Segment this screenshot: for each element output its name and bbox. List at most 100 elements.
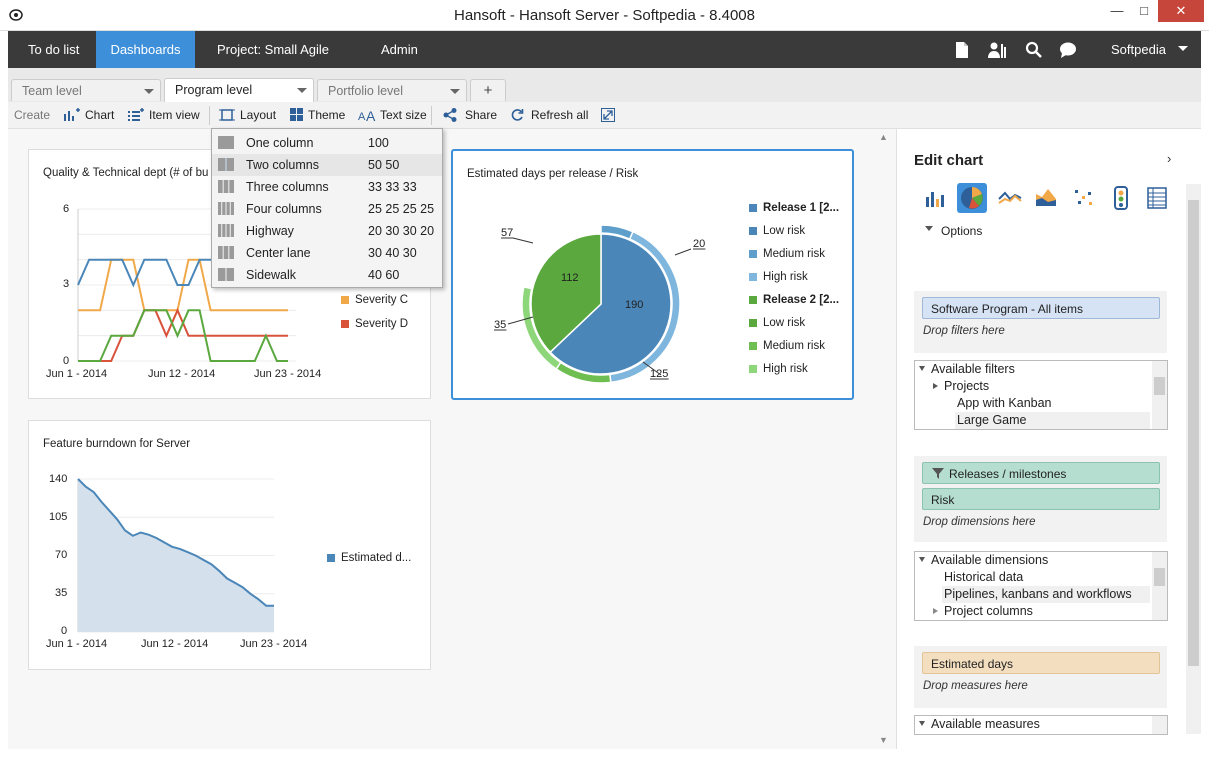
collapse-panel-icon[interactable]: › xyxy=(1167,151,1171,166)
layout-option[interactable]: Highway 20 30 30 20 xyxy=(212,220,442,242)
layout-option-value: 25 25 25 25 xyxy=(368,202,435,216)
line-chart-type-icon[interactable] xyxy=(998,189,1022,207)
close-button[interactable]: ✕ xyxy=(1158,0,1204,22)
item-view-button[interactable]: Item view xyxy=(127,108,200,124)
measure-drop-zone[interactable]: Estimated days Drop measures here xyxy=(914,646,1167,708)
text-size-button[interactable]: AA Text size xyxy=(358,108,427,124)
share-button[interactable]: Share xyxy=(443,108,497,124)
layout-option-value: 40 60 xyxy=(368,268,400,282)
layout-option[interactable]: Sidewalk 40 60 xyxy=(212,264,442,286)
refresh-icon xyxy=(511,109,524,121)
expand-icon[interactable] xyxy=(933,608,938,614)
minimize-button[interactable]: — xyxy=(1104,0,1130,22)
scrollbar[interactable] xyxy=(1152,552,1167,620)
legend-swatch xyxy=(749,342,757,350)
tree-node[interactable]: Historical data xyxy=(944,569,1023,586)
scroll-thumb[interactable] xyxy=(1154,568,1165,586)
pie-chart-type-button[interactable] xyxy=(957,183,987,213)
expand-icon[interactable] xyxy=(919,721,925,726)
tab-portfolio-level[interactable]: Portfolio level xyxy=(317,79,467,101)
options-expand-icon[interactable] xyxy=(925,226,933,231)
expand-icon[interactable] xyxy=(933,383,938,389)
expand-icon[interactable] xyxy=(919,366,925,371)
dimension-pill-risk[interactable]: Risk xyxy=(922,488,1160,510)
layout-icon xyxy=(219,109,235,121)
layout-option[interactable]: Two columns 50 50 xyxy=(212,154,442,176)
legend-swatch xyxy=(341,320,349,328)
tab-program-level[interactable]: Program level xyxy=(164,78,314,102)
options-toggle[interactable]: Options xyxy=(941,224,982,238)
legend-label: Medium risk xyxy=(763,248,825,260)
bar-chart-type-icon[interactable] xyxy=(924,187,946,209)
tree-node[interactable]: Available dimensions xyxy=(931,552,1048,569)
add-tab-button[interactable]: + xyxy=(470,79,506,101)
expand-icon[interactable] xyxy=(919,557,925,562)
tab-team-level[interactable]: Team level xyxy=(11,79,161,101)
available-dimensions-tree: Available dimensions Historical data Pip… xyxy=(914,551,1168,621)
nav-admin[interactable]: Admin xyxy=(363,31,436,68)
refresh-all-button[interactable]: Refresh all xyxy=(510,108,588,124)
refresh-all-label: Refresh all xyxy=(531,108,589,122)
tree-node[interactable]: Projects xyxy=(944,378,989,395)
layout-button[interactable]: Layout xyxy=(219,108,276,124)
nav-project[interactable]: Project: Small Agile xyxy=(199,31,347,68)
chat-icon[interactable] xyxy=(1059,41,1077,59)
layout-option[interactable]: Three columns 33 33 33 xyxy=(212,176,442,198)
legend-label: Release 2 [2... xyxy=(763,294,840,306)
legend-label: Estimated d... xyxy=(341,552,412,564)
dimension-pill-releases[interactable]: Releases / milestones xyxy=(922,462,1160,484)
fullscreen-icon[interactable] xyxy=(601,108,615,122)
tree-node[interactable]: Large Game xyxy=(955,412,1150,429)
layout-option[interactable]: Center lane 30 40 30 xyxy=(212,242,442,264)
chevron-down-icon[interactable] xyxy=(144,89,154,94)
chevron-down-icon[interactable] xyxy=(297,88,307,93)
layout-option-value: 33 33 33 xyxy=(368,180,417,194)
scroll-up-icon[interactable]: ▲ xyxy=(879,132,888,142)
dashboard-canvas: Quality & Technical dept (# of bu 6 3 0 … xyxy=(8,129,878,749)
text-size-icon: AA xyxy=(358,108,376,122)
scroll-down-icon[interactable]: ▼ xyxy=(879,735,888,745)
panel-splitter[interactable]: ▲ ▼ xyxy=(878,129,896,749)
drop-measures-hint: Drop measures here xyxy=(923,680,1028,692)
chart-panel-pie[interactable]: Estimated days per release / Risk 57 20 11… xyxy=(451,149,854,400)
legend-item: Low risk xyxy=(749,224,805,238)
user-menu[interactable]: Softpedia xyxy=(1093,31,1184,68)
users-icon[interactable] xyxy=(987,41,1009,59)
filter-pill[interactable]: Software Program - All items xyxy=(922,297,1160,319)
measure-pill[interactable]: Estimated days xyxy=(922,652,1160,674)
tree-node[interactable]: Available filters xyxy=(931,361,1015,378)
tree-node[interactable]: Project columns xyxy=(944,603,1033,620)
filter-drop-zone[interactable]: Software Program - All items Drop filter… xyxy=(914,291,1167,353)
area-chart-type-icon[interactable] xyxy=(1035,186,1057,208)
dashboard-tabs: Team level Program level Portfolio level… xyxy=(8,68,1201,102)
traffic-light-type-icon[interactable] xyxy=(1113,186,1129,210)
chart-add-icon xyxy=(64,108,80,121)
tree-node[interactable]: Pipelines, kanbans and workflows xyxy=(942,586,1150,603)
search-icon[interactable] xyxy=(1025,41,1043,59)
filter-icon xyxy=(932,468,944,479)
panel-scrollbar[interactable] xyxy=(1186,184,1201,734)
scrollbar[interactable] xyxy=(1152,361,1167,429)
toolbar-divider xyxy=(209,106,210,125)
scrollbar[interactable] xyxy=(1152,716,1167,734)
scroll-thumb[interactable] xyxy=(1188,200,1199,666)
tree-node[interactable]: Available measures xyxy=(931,716,1040,733)
layout-option[interactable]: Four columns 25 25 25 25 xyxy=(212,198,442,220)
nav-todo-list[interactable]: To do list xyxy=(10,31,97,68)
scatter-chart-type-icon[interactable] xyxy=(1073,187,1095,209)
scroll-thumb[interactable] xyxy=(1154,377,1165,395)
layout-option[interactable]: One column 100 xyxy=(212,132,442,154)
tree-node[interactable]: App with Kanban xyxy=(957,395,1052,412)
document-icon[interactable] xyxy=(953,41,971,59)
nav-dashboards[interactable]: Dashboards xyxy=(96,31,195,68)
theme-button[interactable]: Theme xyxy=(290,108,345,124)
maximize-button[interactable]: □ xyxy=(1131,0,1157,22)
chevron-down-icon[interactable] xyxy=(450,89,460,94)
chart-button[interactable]: Chart xyxy=(63,108,114,124)
layout-option-value: 50 50 xyxy=(368,158,400,172)
dimension-drop-zone[interactable]: Releases / milestones Risk Drop dimensio… xyxy=(914,456,1167,542)
chart-panel-burndown[interactable]: Feature burndown for Server 140 105 70 3… xyxy=(28,420,431,670)
table-type-icon[interactable] xyxy=(1147,187,1167,209)
chevron-down-icon[interactable] xyxy=(1178,46,1188,51)
legend-swatch xyxy=(749,250,757,258)
